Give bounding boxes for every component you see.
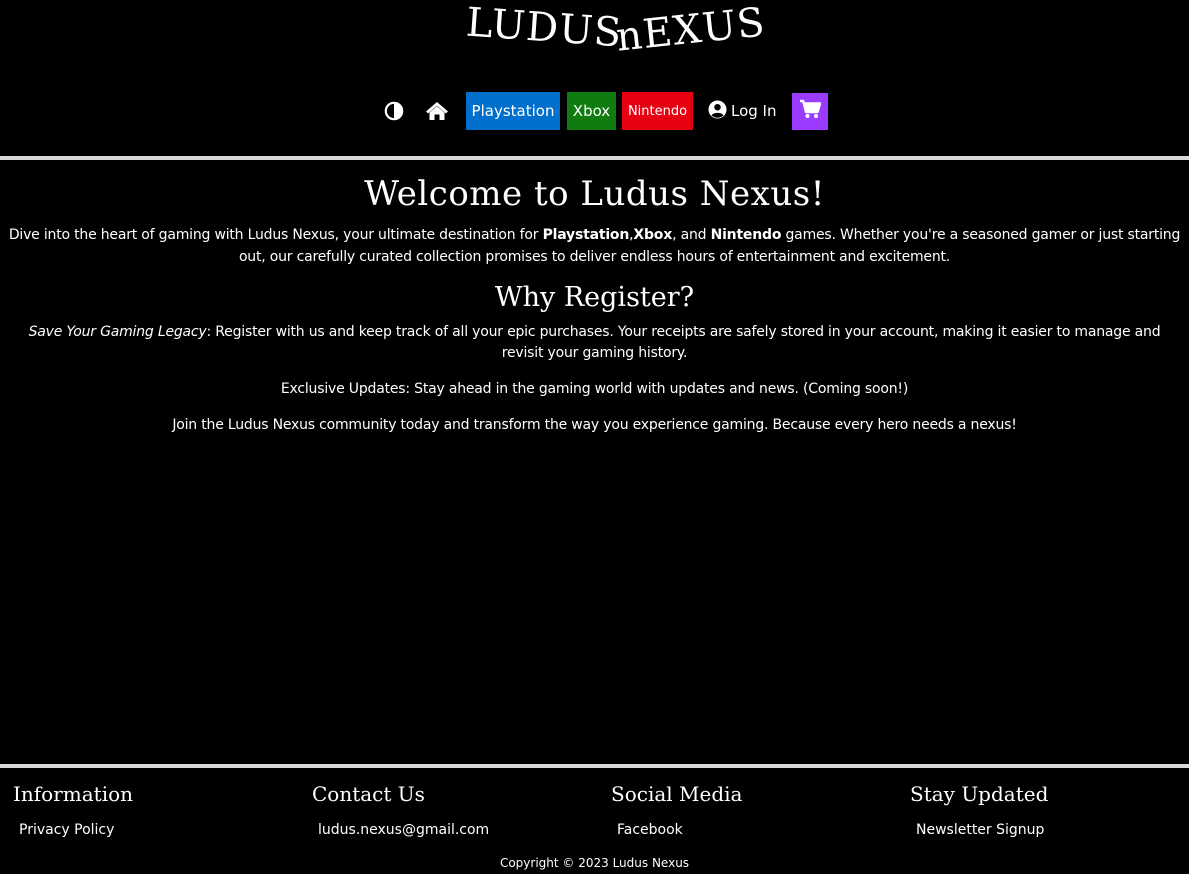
footer-heading-social: Social Media	[611, 782, 743, 806]
join-paragraph: Join the Ludus Nexus community today and…	[172, 417, 1017, 433]
xbox-button[interactable]: Xbox	[567, 92, 616, 130]
footer-heading-updates: Stay Updated	[910, 782, 1049, 806]
footer-heading-information: Information	[13, 782, 134, 806]
contrast-toggle-button[interactable]	[381, 92, 407, 130]
site-footer: Information Privacy Policy Contact Us lu…	[0, 776, 1189, 874]
contrast-icon	[384, 101, 404, 121]
footer-information: Information Privacy Policy	[13, 776, 303, 838]
main-content: Welcome to Ludus Nexus! Dive into the he…	[0, 168, 1189, 436]
intro-playstation: Playstation	[542, 227, 630, 243]
footer-social: Social Media Facebook	[611, 776, 901, 838]
welcome-title: Welcome to Ludus Nexus!	[364, 174, 825, 214]
copyright-text: Copyright © 2023 Ludus Nexus	[499, 856, 690, 870]
intro-paragraph: Dive into the heart of gaming with Ludus…	[0, 220, 1189, 268]
legacy-label: Save Your Gaming Legacy	[28, 324, 207, 340]
cart-icon	[799, 99, 821, 124]
playstation-button[interactable]: Playstation	[466, 92, 560, 130]
footer-contact: Contact Us ludus.nexus@gmail.com	[312, 776, 602, 838]
intro-xbox: Xbox	[633, 227, 673, 243]
footer-divider	[0, 764, 1189, 768]
home-button[interactable]	[424, 92, 450, 130]
why-register-title: Why Register?	[494, 282, 695, 313]
facebook-link[interactable]: Facebook	[617, 822, 901, 838]
footer-updates: Stay Updated Newsletter Signup	[910, 776, 1189, 838]
legacy-paragraph: Save Your Gaming Legacy: Register with u…	[0, 322, 1189, 364]
main-nav: Playstation Xbox Nintendo Log In	[381, 92, 828, 130]
logo-word-ludus: LUDUS	[464, 0, 624, 57]
intro-and: , and	[672, 227, 711, 243]
login-label: Log In	[731, 102, 777, 120]
newsletter-signup-link[interactable]: Newsletter Signup	[916, 822, 1189, 838]
login-link[interactable]: Log In	[708, 99, 777, 123]
site-logo[interactable]: LUDUS nEXUS	[0, 0, 1189, 61]
user-circle-icon	[708, 99, 731, 123]
cart-button[interactable]	[791, 92, 828, 130]
footer-heading-contact: Contact Us	[312, 782, 425, 806]
updates-paragraph: Exclusive Updates: Stay ahead in the gam…	[280, 381, 909, 397]
intro-text-start: Dive into the heart of gaming with Ludus…	[8, 227, 543, 243]
privacy-policy-link[interactable]: Privacy Policy	[19, 822, 303, 838]
contact-email-link[interactable]: ludus.nexus@gmail.com	[318, 822, 602, 838]
legacy-text: : Register with us and keep track of all…	[206, 324, 1161, 361]
nintendo-button[interactable]: Nintendo	[622, 92, 693, 130]
header-divider	[0, 156, 1189, 160]
intro-nintendo: Nintendo	[710, 227, 782, 243]
logo-word-nexus: nEXUS	[614, 0, 768, 61]
home-icon	[425, 101, 449, 121]
